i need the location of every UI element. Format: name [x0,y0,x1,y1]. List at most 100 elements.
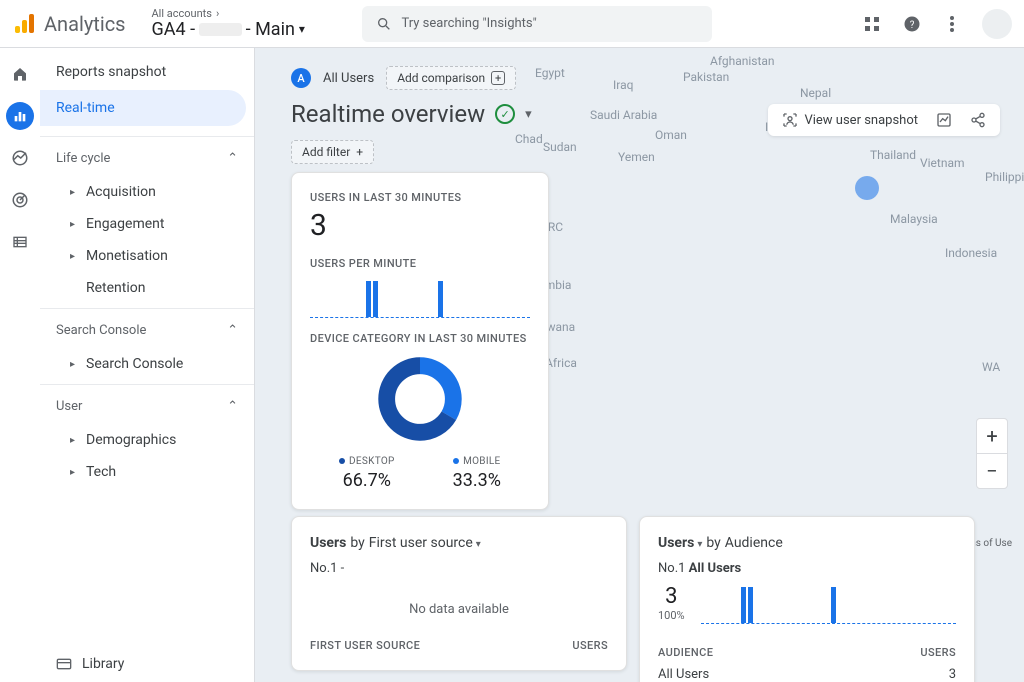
users-count: 3 [310,208,530,243]
rail-reports-icon[interactable] [6,102,34,130]
map-country-label: Sudan [543,140,577,154]
sidebar-item-retention[interactable]: Retention [40,272,254,304]
title-dropdown-button[interactable]: ▾ [525,107,532,122]
legend-value: 66.7% [339,470,395,491]
map-country-label: Chad [515,132,543,146]
caret-right-icon: ▸ [70,187,76,198]
col-header: FIRST USER SOURCE [310,639,420,652]
table-row[interactable]: All Users 3 [658,667,956,682]
map-country-label: Nepal [800,86,831,100]
app-header: Analytics All accounts › GA4 - XXX - Mai… [0,0,1024,48]
help-icon[interactable]: ? [902,14,922,34]
property-selector[interactable]: All accounts › GA4 - XXX - Main ▾ [152,8,342,40]
rail-table-icon[interactable] [6,228,34,256]
sidebar-group-title: Life cycle [56,151,110,166]
sidebar-group-life-cycle[interactable]: Life cycle ⌃ [40,141,254,176]
sidebar-item-label: Search Console [86,356,183,372]
segment-bar: A All Users Add comparison + [291,66,516,90]
segment-badge-icon: A [291,68,311,88]
sidebar-item-demographics[interactable]: ▸Demographics [40,424,254,456]
col-header: AUDIENCE [658,646,713,659]
add-comparison-button[interactable]: Add comparison + [386,66,516,90]
caret-right-icon: ▸ [70,467,76,478]
top-value: No.1 - [310,561,608,576]
map-country-label: Vietnam [920,156,965,170]
sidebar-group-title: User [56,399,82,414]
search-icon [376,16,392,32]
sidebar-item-label: Engagement [86,216,164,232]
prop-top-label: All accounts [152,8,212,20]
prop-name-suffix: - Main [246,20,295,40]
sidebar-group-title: Search Console [56,323,146,338]
users-by-audience-card: Users by Audience No.1 All Users 3 100% [639,516,975,682]
card-title[interactable]: Users by First user source [310,535,608,551]
search-input[interactable]: Try searching "Insights" [362,6,712,42]
library-button[interactable]: Library [56,656,124,672]
library-icon [56,657,72,671]
segment-all-users[interactable]: All Users [323,71,374,86]
col-header: USERS [572,639,608,652]
sidebar-item-search-console[interactable]: ▸Search Console [40,348,254,380]
sidebar-item-label: Demographics [86,432,176,448]
map-country-label: Egypt [535,66,565,80]
card-label: USERS IN LAST 30 MINUTES [310,191,530,204]
map-country-label: Saudi Arabia [590,108,657,122]
zoom-out-button[interactable]: − [977,454,1007,488]
audience-count: 3 [658,584,685,609]
sidebar-group-search-console[interactable]: Search Console ⌃ [40,313,254,348]
sidebar-item-label: Real-time [56,100,115,116]
sidebar-item-label: Acquisition [86,184,156,200]
map-activity-dot [855,176,879,200]
view-user-snapshot-button[interactable]: View user snapshot [782,112,918,128]
rail-explore-icon[interactable] [6,144,34,172]
sidebar-item-label: Tech [86,464,116,480]
sidebar-item-monetisation[interactable]: ▸Monetisation [40,240,254,272]
card-title-by: by [706,535,720,551]
top-value: No.1 All Users [658,561,956,576]
analytics-logo-icon [12,12,36,36]
users-by-source-card: Users by First user source No.1 - No dat… [291,516,627,671]
status-ok-icon[interactable]: ✓ [495,104,515,124]
card-title-dimension: First user source [369,535,481,551]
share-icon[interactable] [970,112,986,128]
page-title-row: Realtime overview ✓ ▾ [291,100,532,128]
sidebar-group-user[interactable]: User ⌃ [40,389,254,424]
audience-pct: 100% [658,609,685,622]
legend-dot-icon [453,458,459,464]
avatar[interactable] [982,9,1012,39]
card-title[interactable]: Users by Audience [658,535,956,551]
donut-legend: DESKTOP 66.7% MOBILE 33.3% [310,453,530,491]
map-country-label: Afghanistan [710,54,775,68]
no-data-text: No data available [310,602,608,617]
apps-grid-icon[interactable] [862,14,882,34]
brand-name: Analytics [44,12,126,36]
card-title-metric: Users [310,535,346,551]
rail-target-icon[interactable] [6,186,34,214]
sidebar-item-label: Monetisation [86,248,168,264]
legend-label: DESKTOP [349,456,395,467]
rail-home-icon[interactable] [6,60,34,88]
prop-name-prefix: GA4 - [152,20,196,40]
insights-icon[interactable] [936,112,952,128]
more-vert-icon[interactable] [942,14,962,34]
sidebar-item-realtime[interactable]: Real-time [40,90,246,126]
card-title-metric: Users [658,535,694,551]
card-title-by: by [350,535,364,551]
map-country-label: Oman [655,128,687,142]
user-frame-icon [782,112,798,128]
card-title-dimension: Audience [725,535,783,551]
sidebar-item-engagement[interactable]: ▸Engagement [40,208,254,240]
header-action-icons: ? [862,9,1012,39]
sidebar-item-tech[interactable]: ▸ Tech [40,456,254,488]
sidebar-item-label: Reports snapshot [56,64,166,80]
zoom-in-button[interactable]: + [977,419,1007,453]
sidebar-item-reports-snapshot[interactable]: Reports snapshot [40,54,254,90]
map-country-label: WA [982,360,1000,374]
add-filter-button[interactable]: Add filter + [291,140,374,164]
map-country-label: Malaysia [890,212,938,226]
sidebar-item-acquisition[interactable]: ▸ Acquisition [40,176,254,208]
legend-label: MOBILE [463,456,500,467]
users-last-30-card: USERS IN LAST 30 MINUTES 3 USERS PER MIN… [291,172,549,510]
plus-icon: + [491,71,505,85]
svg-text:?: ? [910,19,915,30]
